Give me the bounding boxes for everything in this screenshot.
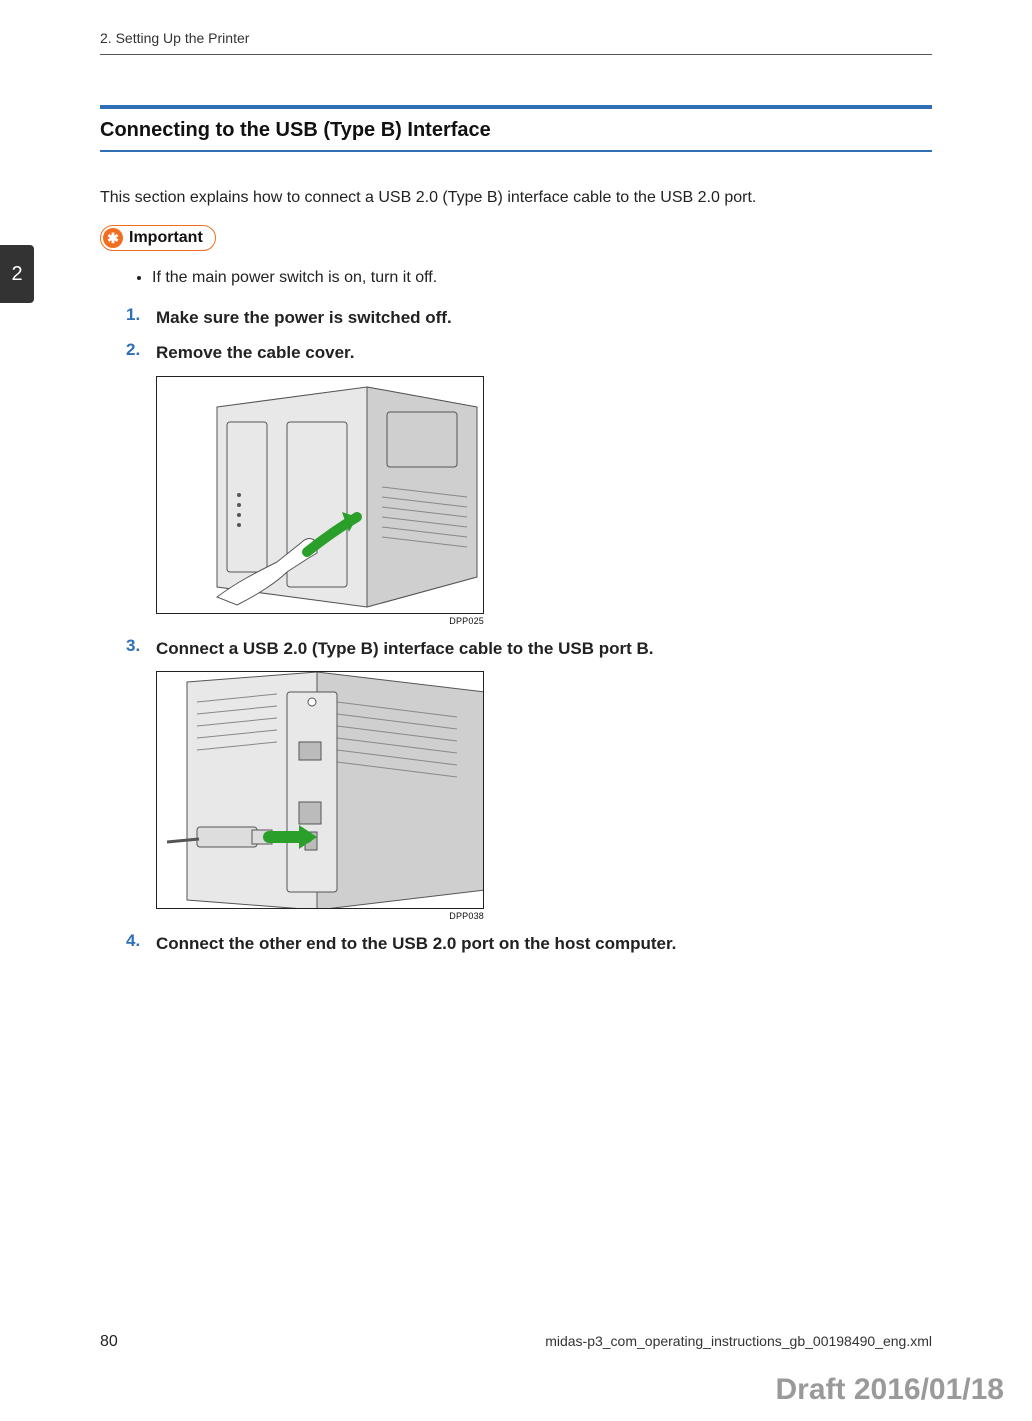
figure-1-box <box>156 376 484 614</box>
figure-1: DPP025 <box>156 376 932 626</box>
steps-list: 1. Make sure the power is switched off. … <box>100 305 932 957</box>
important-list: If the main power switch is on, turn it … <box>100 265 932 291</box>
figure-1-caption: DPP025 <box>156 616 484 626</box>
step-1: 1. Make sure the power is switched off. <box>126 305 932 331</box>
step-2: 2. Remove the cable cover. <box>126 340 932 626</box>
step-4: 4. Connect the other end to the USB 2.0 … <box>126 931 932 957</box>
section-title: Connecting to the USB (Type B) Interface <box>100 119 932 142</box>
step-number: 4. <box>126 931 140 951</box>
intro-paragraph: This section explains how to connect a U… <box>100 187 932 209</box>
figure-2-caption: DPP038 <box>156 911 484 921</box>
important-label: Important <box>129 229 203 247</box>
draft-stamp: Draft 2016/01/18 <box>776 1373 1005 1407</box>
page-number: 80 <box>100 1333 118 1351</box>
running-head: 2. Setting Up the Printer <box>100 30 932 55</box>
figure-2-box <box>156 671 484 909</box>
step-text: Remove the cable cover. <box>156 343 354 362</box>
important-item: If the main power switch is on, turn it … <box>152 265 932 291</box>
step-number: 2. <box>126 340 140 360</box>
page-content: 2. Setting Up the Printer Connecting to … <box>0 0 1032 1421</box>
step-number: 3. <box>126 636 140 656</box>
figure-2: DPP038 <box>156 671 932 921</box>
step-text: Make sure the power is switched off. <box>156 308 452 327</box>
important-badge: ✱ Important <box>100 225 216 251</box>
step-text: Connect the other end to the USB 2.0 por… <box>156 934 676 953</box>
printer-connect-usb-illustration <box>157 672 484 909</box>
step-number: 1. <box>126 305 140 325</box>
important-star-icon: ✱ <box>103 228 123 248</box>
page-footer: 80 midas-p3_com_operating_instructions_g… <box>100 1333 932 1351</box>
section-title-rule: Connecting to the USB (Type B) Interface <box>100 105 932 152</box>
printer-remove-cover-illustration <box>157 377 484 614</box>
step-3: 3. Connect a USB 2.0 (Type B) interface … <box>126 636 932 922</box>
source-filename: midas-p3_com_operating_instructions_gb_0… <box>545 1333 932 1349</box>
step-text: Connect a USB 2.0 (Type B) interface cab… <box>156 639 654 658</box>
